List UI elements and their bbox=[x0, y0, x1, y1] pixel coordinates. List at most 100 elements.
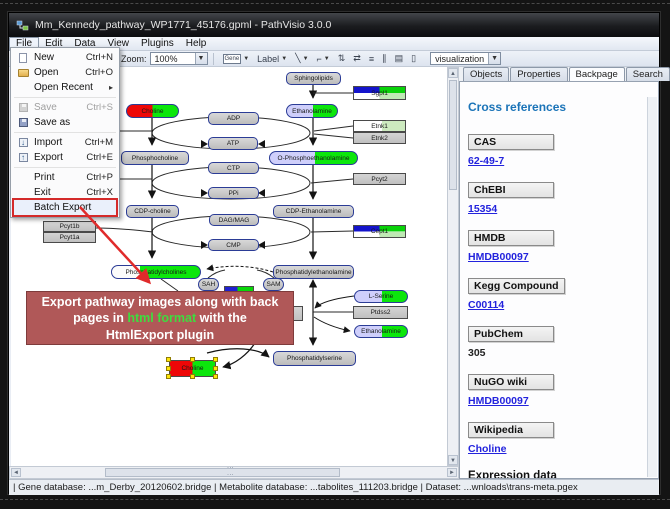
screenshot-frame: Mm_Kennedy_pathway_WP1771_45176.gpml - P… bbox=[0, 0, 670, 509]
scroll-up-icon[interactable]: ▲ bbox=[448, 68, 458, 78]
menu-item-open[interactable]: OpenCtrl+O bbox=[11, 65, 119, 80]
menu-item-label: Exit bbox=[34, 187, 86, 198]
menu-item-batch-export[interactable]: Batch Export bbox=[11, 200, 119, 215]
menu-item-import[interactable]: ↓ImportCtrl+M bbox=[11, 135, 119, 150]
pathway-node-phosphatidylethanolamine[interactable]: Phosphatidylethanolamine bbox=[273, 265, 354, 279]
pathway-node-cdp-ethanolamine[interactable]: CDP-Ethanolamine bbox=[273, 205, 354, 218]
menu-item-save[interactable]: SaveCtrl+S bbox=[11, 100, 119, 115]
scroll-left-icon[interactable]: ◄ bbox=[11, 468, 21, 477]
chevron-down-icon[interactable]: ▼ bbox=[303, 56, 309, 62]
pathway-node-ctp[interactable]: CTP bbox=[208, 162, 259, 174]
pathway-node-etnk1[interactable]: Etnk1 bbox=[353, 120, 406, 132]
gene-tool[interactable]: Gene▼ bbox=[220, 52, 253, 65]
pathway-node-o-phosphoethanolamine[interactable]: O-Phosphoethanolamine bbox=[269, 151, 358, 165]
pathway-node-etnk2[interactable]: Etnk2 bbox=[353, 132, 406, 144]
selection-handle[interactable] bbox=[213, 366, 218, 371]
tab-objects[interactable]: Objects bbox=[463, 67, 509, 81]
tab-search[interactable]: Search bbox=[626, 67, 670, 81]
pathway-node-phosphocholine[interactable]: Phosphocholine bbox=[121, 151, 189, 165]
connector-tool-icon[interactable]: ⌐▼ bbox=[314, 52, 333, 65]
menu-item-label: Save bbox=[34, 102, 86, 113]
menu-item-open-recent[interactable]: Open Recent▸ bbox=[11, 80, 119, 95]
callout-highlight: html format bbox=[127, 311, 196, 325]
xref-header: NuGO wiki bbox=[468, 374, 554, 390]
sidebar-scrollbar[interactable] bbox=[647, 97, 657, 477]
xref-link[interactable]: 15354 bbox=[468, 203, 658, 215]
pathway-node-sgpl1[interactable]: Sgpl1 bbox=[353, 86, 406, 100]
tab-backpage[interactable]: Backpage bbox=[569, 67, 625, 81]
selection-handle[interactable] bbox=[213, 374, 218, 379]
stack-rows-tool-icon[interactable]: ≡ bbox=[366, 52, 377, 65]
selection-handle[interactable] bbox=[213, 357, 218, 362]
stack-columns-tool-icon[interactable]: ∥ bbox=[379, 52, 390, 65]
scroll-down-icon[interactable]: ▼ bbox=[448, 455, 458, 465]
line-tool-icon[interactable]: ╲▼ bbox=[292, 52, 311, 65]
scroll-right-icon[interactable]: ► bbox=[447, 468, 457, 477]
callout-line1: Export pathway images along with back bbox=[42, 295, 279, 309]
pathway-node-adp[interactable]: ADP bbox=[208, 112, 259, 125]
pathway-node-sam[interactable]: SAM bbox=[263, 278, 284, 291]
menu-separator bbox=[14, 167, 116, 168]
distribute-tool-icon[interactable]: ▤ bbox=[392, 52, 407, 65]
import-icon: ↓ bbox=[15, 137, 31, 149]
chevron-down-icon[interactable]: ▼ bbox=[324, 56, 330, 62]
menu-item-export[interactable]: ↑ExportCtrl+E bbox=[11, 150, 119, 165]
label-tool[interactable]: Label▼ bbox=[254, 52, 290, 65]
selection-handle[interactable] bbox=[166, 357, 171, 362]
menu-item-exit[interactable]: ExitCtrl+X bbox=[11, 185, 119, 200]
pathway-node-cdp-choline[interactable]: CDP-choline bbox=[126, 205, 179, 218]
visualization-combobox[interactable]: visualization ▼ bbox=[430, 52, 501, 65]
pathway-node-phosphatidylserine[interactable]: Phosphatidylserine bbox=[273, 351, 356, 366]
chevron-down-icon[interactable]: ▼ bbox=[243, 56, 249, 62]
pathway-node-ethanolamine[interactable]: Ethanolamine bbox=[354, 325, 408, 338]
selection-handle[interactable] bbox=[166, 374, 171, 379]
pathway-node-cmp[interactable]: CMP bbox=[208, 239, 259, 251]
pathway-node-l-serine[interactable]: L-Serine bbox=[354, 290, 408, 303]
callout-line3: HtmlExport plugin bbox=[106, 328, 214, 342]
chevron-down-icon[interactable]: ▼ bbox=[195, 53, 207, 64]
selection-handle[interactable] bbox=[190, 357, 195, 362]
menu-shortcut: Ctrl+O bbox=[85, 67, 113, 78]
pathvisio-window: Mm_Kennedy_pathway_WP1771_45176.gpml - P… bbox=[8, 12, 660, 494]
canvas-horizontal-scrollbar[interactable]: ◄ ► bbox=[9, 466, 459, 479]
canvas-vertical-scrollbar[interactable]: ▲ ▼ bbox=[447, 67, 459, 466]
selection-handle[interactable] bbox=[190, 374, 195, 379]
menu-item-print[interactable]: PrintCtrl+P bbox=[11, 170, 119, 185]
menubar-item-plugins[interactable]: Plugins bbox=[135, 37, 180, 50]
chevron-down-icon[interactable]: ▼ bbox=[281, 56, 287, 62]
pathway-node-phosphatidylcholines[interactable]: Phosphatidylcholines bbox=[111, 265, 201, 279]
xref-link[interactable]: Choline bbox=[468, 443, 658, 455]
vertical-scroll-thumb[interactable] bbox=[449, 80, 457, 190]
pathway-node-sah[interactable]: SAH bbox=[198, 278, 219, 291]
xref-link[interactable]: HMDB00097 bbox=[468, 251, 658, 263]
pathway-node-atp[interactable]: ATP bbox=[208, 137, 258, 150]
zoom-combobox[interactable]: 100% ▼ bbox=[150, 52, 208, 65]
pathway-node-choline[interactable]: Choline bbox=[126, 104, 179, 118]
align-vertical-tool-icon[interactable]: ⇅ bbox=[335, 52, 349, 65]
tab-properties[interactable]: Properties bbox=[510, 67, 567, 81]
menu-item-label: Export bbox=[34, 152, 86, 163]
pathway-node-sphingolipids[interactable]: Sphingolipids bbox=[286, 72, 341, 85]
menubar-item-help[interactable]: Help bbox=[180, 37, 213, 50]
pathway-node-pcyt2[interactable]: Pcyt2 bbox=[353, 173, 406, 185]
pathway-node-cept1[interactable]: Cept1 bbox=[353, 225, 406, 238]
pathway-node-pcyt1a[interactable]: Pcyt1a bbox=[43, 232, 96, 243]
pathway-node-ppi[interactable]: PPi bbox=[208, 187, 259, 199]
menu-icon-spacer bbox=[15, 172, 31, 184]
layout-tool-icon[interactable]: ▯ bbox=[408, 52, 419, 65]
pathway-node-dag-mag[interactable]: DAG/MAG bbox=[209, 214, 259, 226]
menu-item-save-as[interactable]: Save as bbox=[11, 115, 119, 130]
selection-handle[interactable] bbox=[166, 366, 171, 371]
xref-link[interactable]: C00114 bbox=[468, 299, 658, 311]
chevron-down-icon[interactable]: ▼ bbox=[488, 53, 500, 64]
menu-shortcut: Ctrl+E bbox=[86, 152, 113, 163]
horizontal-scroll-thumb[interactable] bbox=[105, 468, 340, 477]
align-horizontal-tool-icon[interactable]: ⇄ bbox=[350, 52, 364, 65]
pathway-node-ptdss2[interactable]: Ptdss2 bbox=[353, 306, 408, 319]
pathway-node-pcyt1b[interactable]: Pcyt1b bbox=[43, 221, 96, 232]
xref-link[interactable]: HMDB00097 bbox=[468, 395, 658, 407]
xref-link[interactable]: 62-49-7 bbox=[468, 155, 658, 167]
pathway-node-ethanolamine[interactable]: Ethanolamine bbox=[286, 104, 338, 118]
menu-item-new[interactable]: NewCtrl+N bbox=[11, 50, 119, 65]
menu-shortcut: Ctrl+S bbox=[86, 102, 113, 113]
